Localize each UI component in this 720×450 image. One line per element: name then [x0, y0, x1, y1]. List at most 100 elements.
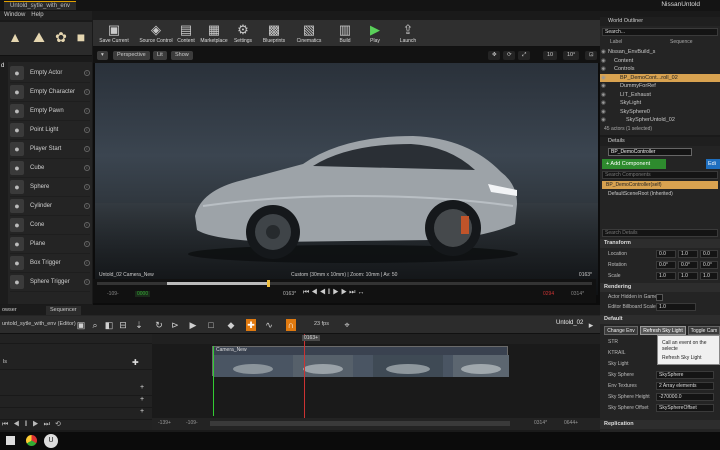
- rendering-section[interactable]: Rendering: [600, 283, 720, 292]
- place-item[interactable]: ● Empty Pawn i: [10, 102, 90, 121]
- add-track-icon[interactable]: +: [140, 396, 144, 403]
- outliner-row[interactable]: ◉ Nissan_EnvBuild_s: [600, 48, 720, 56]
- curve-icon[interactable]: ∿: [264, 319, 274, 331]
- grid-snap-value[interactable]: 10: [543, 51, 558, 60]
- track-row[interactable]: [0, 408, 152, 420]
- save-current-button[interactable]: ▣ Save Current: [95, 21, 133, 46]
- property-value[interactable]: SkySphere: [656, 371, 714, 379]
- refresh-icon[interactable]: ↻: [154, 319, 164, 331]
- place-item[interactable]: ● Cube i: [10, 159, 90, 178]
- time-ruler[interactable]: [152, 334, 600, 344]
- visibility-icon[interactable]: ◉: [601, 99, 606, 107]
- info-icon[interactable]: i: [84, 279, 90, 285]
- details-search-input[interactable]: Search Details: [602, 229, 718, 237]
- place-item[interactable]: ● Empty Actor i: [10, 64, 90, 83]
- property-value[interactable]: 2 Array elements: [656, 382, 714, 390]
- component-self[interactable]: BP_DemoController(self): [602, 181, 718, 189]
- place-item[interactable]: ● Box Trigger i: [10, 254, 90, 273]
- place-item[interactable]: ● Sphere Trigger i: [10, 273, 90, 292]
- scale-z[interactable]: 1.0: [700, 272, 718, 280]
- import-icon[interactable]: ⇣: [134, 319, 144, 331]
- snap-icon[interactable]: ∩: [286, 319, 296, 331]
- play-button[interactable]: ▶ Play: [363, 21, 387, 46]
- place-item[interactable]: ● Cylinder i: [10, 197, 90, 216]
- scrub-playhead[interactable]: [267, 280, 270, 287]
- perspective-button[interactable]: Perspective: [113, 51, 150, 60]
- outliner-row[interactable]: ◉ DummyForRef: [600, 82, 720, 90]
- scrub-track[interactable]: [97, 280, 592, 287]
- billboard-scale-field[interactable]: 1.0: [656, 303, 696, 311]
- visibility-icon[interactable]: ◉: [601, 57, 606, 65]
- transform-section[interactable]: Transform: [600, 239, 720, 248]
- angle-snap-value[interactable]: 10°: [563, 51, 580, 60]
- info-icon[interactable]: i: [84, 260, 90, 266]
- render-icon[interactable]: ◧: [104, 319, 114, 331]
- trim-icon[interactable]: ⌖: [342, 319, 352, 331]
- marketplace-button[interactable]: ▦ Marketplace: [199, 21, 229, 46]
- track-row[interactable]: [0, 396, 152, 408]
- cinematics-button[interactable]: ▧ Cinematics: [293, 21, 325, 46]
- level-viewport[interactable]: ▾ Perspective Lit Show ✥ ⟳ ⤢ 10 10° ⊡ Un…: [93, 47, 600, 305]
- place-item[interactable]: ● Empty Character i: [10, 83, 90, 102]
- add-component-button[interactable]: + Add Component: [602, 159, 666, 169]
- track-row[interactable]: [0, 384, 152, 396]
- place-item[interactable]: ● Cone i: [10, 216, 90, 235]
- launch-button[interactable]: ⇪ Launch: [393, 21, 423, 46]
- camera-lock-icon[interactable]: ⊟: [118, 319, 128, 331]
- edit-blueprint-button[interactable]: Edi: [706, 159, 720, 169]
- playhead-line[interactable]: [304, 334, 305, 418]
- info-icon[interactable]: i: [84, 146, 90, 152]
- playback-options-icon[interactable]: ⊳: [170, 319, 180, 331]
- visibility-icon[interactable]: ◉: [601, 91, 606, 99]
- timeline[interactable]: Camera_New 0163+ -139+ -109- 0314* 0644+: [152, 334, 600, 430]
- change-env-button[interactable]: Change Env: [604, 326, 638, 335]
- viewport-scrubber[interactable]: -109- 0000 0163* 0294 0314* ⏮◀◀‖▶▶⏭↔: [93, 279, 596, 303]
- col-label[interactable]: Label: [610, 39, 622, 45]
- tab-content-browser[interactable]: owser: [2, 307, 17, 313]
- component-root[interactable]: DefaultSceneRoot (Inherited): [608, 191, 673, 197]
- place-item[interactable]: ● Sphere i: [10, 178, 90, 197]
- rotation-z[interactable]: 0.0°: [700, 261, 718, 269]
- property-value[interactable]: -270000.0: [656, 393, 714, 401]
- search-icon[interactable]: ⌕: [90, 319, 100, 331]
- foliage-mode-icon[interactable]: ✿: [52, 28, 70, 46]
- location-y[interactable]: 1.0: [678, 250, 698, 258]
- component-search-input[interactable]: Search Components: [602, 171, 718, 179]
- unreal-icon[interactable]: U: [44, 434, 58, 448]
- track-playback-controls[interactable]: ⏮◀‖▶⏭⟲: [2, 420, 66, 429]
- show-button[interactable]: Show: [171, 51, 193, 60]
- playhead-label[interactable]: 0163+: [302, 335, 321, 341]
- info-icon[interactable]: i: [84, 203, 90, 209]
- outliner-row[interactable]: ◉ LIT_Exhaust: [600, 91, 720, 99]
- blueprints-button[interactable]: ▩ Blueprints: [259, 21, 289, 46]
- info-icon[interactable]: i: [84, 241, 90, 247]
- place-item[interactable]: ● Player Start i: [10, 140, 90, 159]
- geometry-mode-icon[interactable]: ■: [72, 28, 90, 46]
- menu-window[interactable]: Window: [4, 12, 25, 18]
- place-category-tab[interactable]: d: [0, 62, 8, 304]
- info-icon[interactable]: i: [84, 70, 90, 76]
- rotation-x[interactable]: 0.0°: [656, 261, 676, 269]
- visibility-icon[interactable]: ◉: [601, 82, 606, 90]
- playback-controls[interactable]: ⏮◀◀‖▶▶⏭↔: [303, 289, 366, 297]
- info-icon[interactable]: i: [84, 222, 90, 228]
- scale-x[interactable]: 1.0: [656, 272, 676, 280]
- info-icon[interactable]: i: [84, 108, 90, 114]
- range-bar[interactable]: -139+ -109- 0314* 0644+: [152, 418, 600, 430]
- expand-icon[interactable]: ▸: [586, 319, 596, 331]
- outliner-row[interactable]: ◉ SkySphere0: [600, 108, 720, 116]
- add-track-icon[interactable]: +: [140, 384, 144, 391]
- scale-y[interactable]: 1.0: [678, 272, 698, 280]
- outliner-row[interactable]: ◉ BP_DemoCont...roll_02: [600, 73, 720, 82]
- toggle-cam-button[interactable]: Toggle Cam: [688, 326, 720, 335]
- scale-icon[interactable]: ⤢: [518, 51, 530, 60]
- outliner-row[interactable]: ◉ Controls: [600, 65, 720, 73]
- add-track-icon[interactable]: +: [140, 408, 144, 415]
- shot-clip[interactable]: Camera_New: [212, 346, 509, 377]
- transform-icon[interactable]: ✥: [488, 51, 500, 60]
- actor-name-field[interactable]: BP_DemoController: [608, 148, 692, 156]
- property-value[interactable]: SkySphereOffset: [656, 404, 714, 412]
- key-icon[interactable]: ◆: [226, 319, 236, 331]
- windows-start-icon[interactable]: [6, 436, 15, 445]
- visibility-icon[interactable]: ◉: [601, 108, 606, 116]
